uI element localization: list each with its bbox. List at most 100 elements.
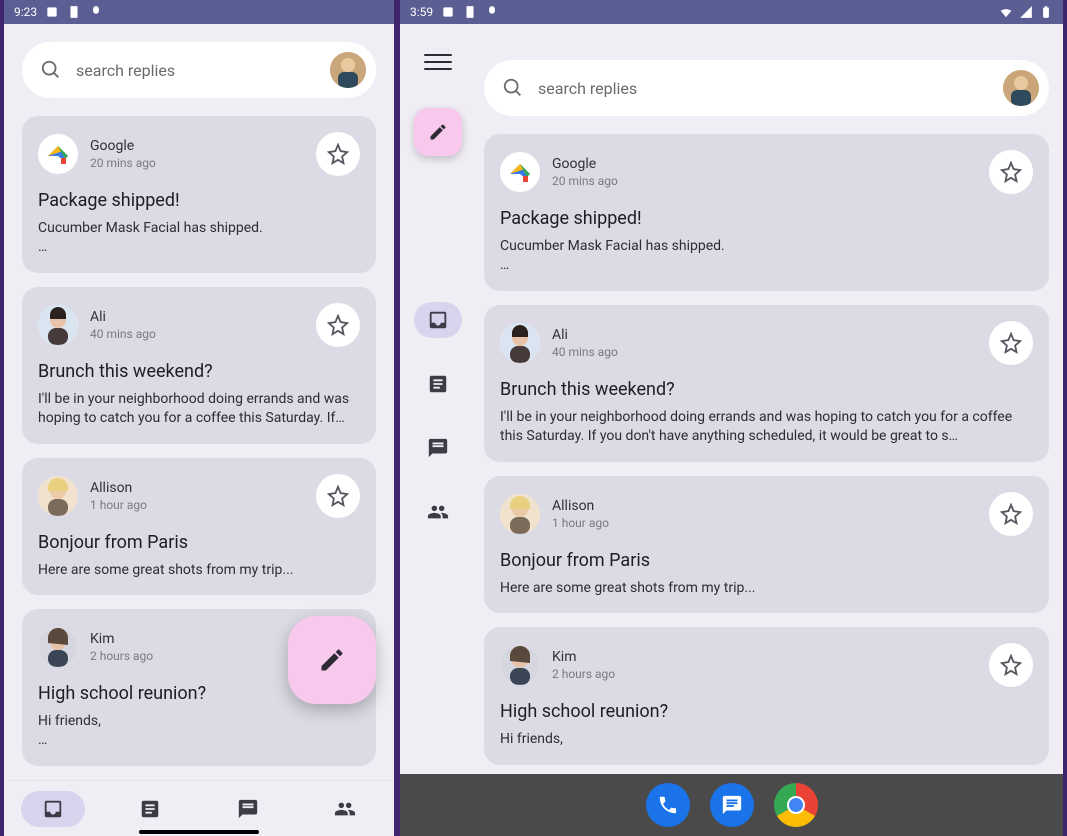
groups-icon: [427, 501, 449, 523]
sender-avatar: [38, 305, 78, 345]
chat-icon: [427, 437, 449, 459]
search-bar[interactable]: search replies: [22, 42, 376, 98]
message-card[interactable]: Kim 2 hours ago High school reunion? Hi …: [484, 627, 1049, 765]
sender-avatar: [38, 627, 78, 667]
search-bar[interactable]: search replies: [484, 60, 1049, 116]
star-button[interactable]: [316, 132, 360, 176]
message-list: Google 20 mins ago Package shipped! Cucu…: [484, 134, 1049, 765]
sender-avatar: [500, 152, 540, 192]
sender-name: Allison: [552, 498, 609, 514]
message-card[interactable]: Ali 40 mins ago Brunch this weekend? I'l…: [484, 305, 1049, 462]
inbox-icon: [42, 798, 64, 820]
message-subject: Bonjour from Paris: [38, 532, 360, 553]
message-subject: Package shipped!: [38, 190, 360, 211]
groups-icon: [334, 798, 356, 820]
message-time: 40 mins ago: [90, 327, 156, 341]
message-body: I'll be in your neighborhood doing erran…: [38, 390, 360, 428]
sender-name: Ali: [552, 327, 618, 343]
star-icon: [1000, 161, 1022, 183]
phone-content: search replies Google 20 mins ago: [4, 24, 394, 780]
message-card[interactable]: Allison 1 hour ago Bonjour from Paris He…: [484, 476, 1049, 614]
star-icon: [1000, 503, 1022, 525]
taskbar-phone-app[interactable]: [646, 783, 690, 827]
navigation-rail: [400, 24, 476, 774]
star-icon: [327, 314, 349, 336]
sender-avatar: [500, 645, 540, 685]
star-button[interactable]: [989, 643, 1033, 687]
tablet-taskbar: [400, 774, 1063, 836]
tablet-status-bar: 3:59: [400, 0, 1063, 24]
message-subject: High school reunion?: [500, 701, 1033, 722]
sender-name: Kim: [552, 649, 615, 665]
message-time: 2 hours ago: [90, 649, 153, 663]
star-button[interactable]: [316, 303, 360, 347]
status-icon: [67, 5, 81, 19]
cell-icon: [1019, 5, 1033, 19]
taskbar-chrome-app[interactable]: [774, 783, 818, 827]
message-body: Cucumber Mask Facial has shipped.…: [500, 237, 1033, 275]
compose-fab[interactable]: [288, 616, 376, 704]
sender-avatar: [500, 494, 540, 534]
star-icon: [1000, 654, 1022, 676]
message-time: 1 hour ago: [90, 498, 147, 512]
message-body: Here are some great shots from my trip..…: [500, 579, 1033, 598]
star-button[interactable]: [989, 150, 1033, 194]
sender-name: Google: [552, 156, 618, 172]
article-icon: [139, 798, 161, 820]
wifi-icon: [999, 5, 1013, 19]
message-time: 20 mins ago: [552, 174, 618, 188]
message-time: 1 hour ago: [552, 516, 609, 530]
chat-icon: [237, 798, 259, 820]
message-card[interactable]: Google 20 mins ago Package shipped! Cucu…: [484, 134, 1049, 291]
tablet-main: search replies Google 20 mins ago: [476, 24, 1063, 774]
phone-icon: [657, 794, 679, 816]
inbox-icon: [427, 309, 449, 331]
star-button[interactable]: [316, 474, 360, 518]
message-time: 2 hours ago: [552, 667, 615, 681]
message-card[interactable]: Ali 40 mins ago Brunch this weekend? I'l…: [22, 287, 376, 444]
sender-name: Allison: [90, 480, 147, 496]
article-icon: [427, 373, 449, 395]
nav-groups[interactable]: [313, 791, 377, 827]
nav-inbox[interactable]: [21, 791, 85, 827]
message-card[interactable]: Allison 1 hour ago Bonjour from Paris He…: [22, 458, 376, 596]
message-card[interactable]: Google 20 mins ago Package shipped! Cucu…: [22, 116, 376, 273]
gesture-handle: [139, 830, 259, 834]
phone-device: 9:23 search replies Google: [4, 0, 394, 836]
message-body: I'll be in your neighborhood doing erran…: [500, 408, 1033, 446]
rail-messages[interactable]: [414, 430, 462, 466]
sender-avatar: [38, 134, 78, 174]
tablet-device: 3:59: [400, 0, 1063, 836]
phone-status-bar: 9:23: [4, 0, 394, 24]
message-subject: Package shipped!: [500, 208, 1033, 229]
star-icon: [1000, 332, 1022, 354]
search-icon: [502, 77, 524, 99]
tablet-clock: 3:59: [410, 5, 433, 19]
star-icon: [327, 485, 349, 507]
star-button[interactable]: [989, 321, 1033, 365]
profile-avatar[interactable]: [1003, 70, 1039, 106]
star-icon: [327, 143, 349, 165]
rail-articles[interactable]: [414, 366, 462, 402]
message-time: 40 mins ago: [552, 345, 618, 359]
status-icon: [441, 5, 455, 19]
rail-groups[interactable]: [414, 494, 462, 530]
battery-icon: [1039, 5, 1053, 19]
nav-articles[interactable]: [118, 791, 182, 827]
nav-messages[interactable]: [216, 791, 280, 827]
edit-icon: [318, 646, 346, 674]
message-body: Hi friends,…: [38, 712, 360, 750]
compose-fab[interactable]: [414, 108, 462, 156]
menu-button[interactable]: [424, 48, 452, 76]
taskbar-messages-app[interactable]: [710, 783, 754, 827]
rail-inbox[interactable]: [414, 302, 462, 338]
search-placeholder: search replies: [76, 61, 175, 80]
message-body: Hi friends,: [500, 730, 1033, 749]
status-icon: [89, 5, 103, 19]
message-subject: Brunch this weekend?: [38, 361, 360, 382]
sender-name: Ali: [90, 309, 156, 325]
phone-bottom-nav: [4, 780, 394, 836]
star-button[interactable]: [989, 492, 1033, 536]
profile-avatar[interactable]: [330, 52, 366, 88]
sender-avatar: [500, 323, 540, 363]
